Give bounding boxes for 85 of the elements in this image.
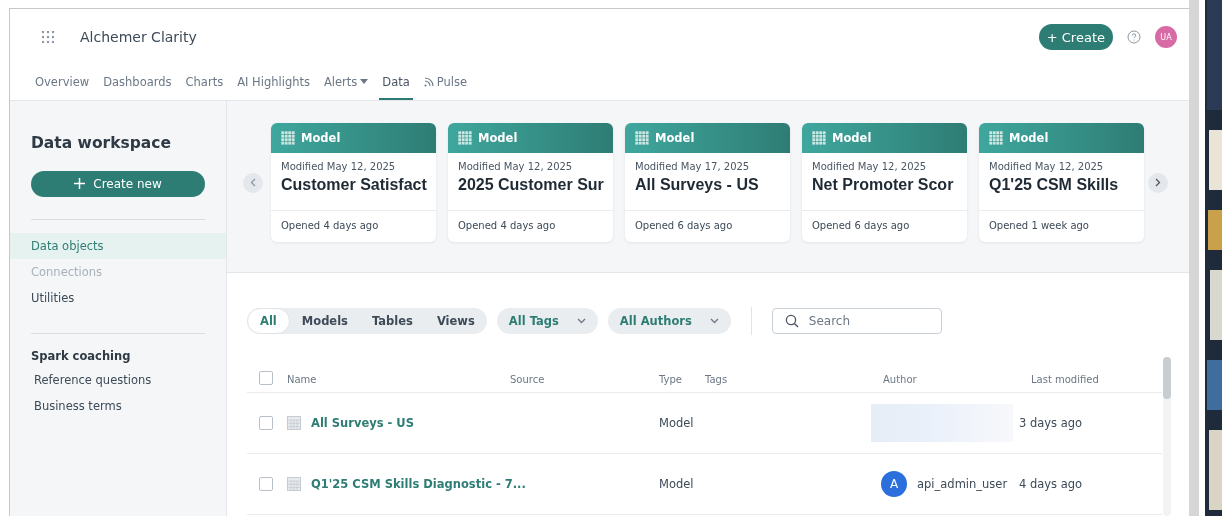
model-card[interactable]: Model Modified May 12, 2025 Customer Satisfact Opened 4 days ago (271, 123, 436, 242)
sidebar-item[interactable]: Utilities (10, 285, 226, 311)
search-field[interactable]: Search (771, 308, 942, 334)
filter-dropdown[interactable]: All Authors (607, 308, 731, 334)
chevron-left-icon (250, 178, 256, 187)
previous-button[interactable] (243, 172, 263, 193)
opened-time: Opened 4 days ago (280, 219, 380, 233)
model-card[interactable]: Model Modified May 12, 2025 Net Promoter Scor Opened 6 days ago (802, 123, 967, 242)
section-heading: Spark coaching (30, 348, 132, 365)
help-icon[interactable] (1127, 30, 1141, 44)
column-header[interactable]: Type (659, 374, 705, 385)
nav-tab[interactable]: Pulse (420, 65, 471, 100)
type-cell-text: Model (659, 477, 695, 491)
nav-tab[interactable]: Dashboards (100, 65, 175, 100)
object-name-link[interactable]: All Surveys - US (311, 416, 414, 430)
table-icon (287, 477, 301, 491)
card-type: Model (301, 131, 341, 145)
column-header[interactable]: Author (883, 374, 1031, 385)
last-modified-cell-text: 3 days ago (1019, 416, 1084, 430)
card-title: 2025 Customer Sur (458, 175, 604, 195)
nav-tab[interactable]: Overview (32, 65, 93, 100)
card-title: Customer Satisfact (281, 175, 427, 195)
select-all-checkbox[interactable] (259, 371, 273, 385)
filter-tab[interactable]: Models (289, 308, 360, 334)
card-type: Model (478, 131, 518, 145)
table-icon (812, 131, 826, 145)
card-title: Q1'25 CSM Skills (989, 175, 1119, 195)
modified-date: Modified May 12, 2025 (281, 161, 397, 172)
chevron-right-icon (1155, 178, 1161, 187)
opened-time: Opened 6 days ago (634, 219, 734, 233)
row-checkbox[interactable] (259, 416, 273, 430)
feed-icon (423, 76, 434, 87)
sidebar-item[interactable]: Reference questions (10, 367, 226, 393)
row-checkbox[interactable] (259, 477, 273, 491)
card-title: Net Promoter Scor (812, 175, 954, 195)
card-type: Model (655, 131, 695, 145)
chevron-down-icon (576, 318, 586, 324)
filter-tab[interactable]: Views (424, 308, 487, 334)
chevron-down-icon (709, 318, 719, 324)
create-new-button[interactable]: Create new (31, 171, 205, 197)
modified-date: Modified May 12, 2025 (812, 161, 928, 172)
table-icon (989, 131, 1003, 145)
app-title: Alchemer Clarity (80, 29, 197, 45)
next-button[interactable] (1148, 172, 1168, 193)
plus-icon (74, 178, 86, 189)
filter-tab[interactable]: All (247, 308, 290, 334)
app-grid-icon[interactable] (42, 31, 54, 43)
card-title: All Surveys - US (635, 175, 759, 195)
user-avatar[interactable]: UA (1155, 26, 1177, 48)
card-type: Model (1009, 131, 1049, 145)
column-header[interactable]: Name (287, 374, 510, 385)
model-card[interactable]: Model Modified May 17, 2025 All Surveys - US Opened 6 days ago (625, 123, 790, 242)
nav-tab[interactable]: Alerts (321, 65, 372, 100)
opened-time: Opened 6 days ago (811, 219, 911, 233)
last-modified-cell-text: 4 days ago (1019, 477, 1084, 491)
author-name: api_admin_user (917, 477, 1008, 491)
filter-dropdown[interactable]: All Tags (496, 308, 598, 334)
table-icon (281, 131, 295, 145)
model-card[interactable]: Model Modified May 12, 2025 Q1'25 CSM Skills Opened 1 week ago (979, 123, 1144, 242)
create-button[interactable]: + Create (1038, 24, 1113, 50)
table-icon (287, 416, 301, 430)
card-type: Model (832, 131, 872, 145)
modified-date: Modified May 12, 2025 (458, 161, 574, 172)
author-avatar: A (881, 471, 907, 497)
table-icon (635, 131, 649, 145)
filter-tab[interactable]: Tables (359, 308, 425, 334)
object-name-link[interactable]: Q1'25 CSM Skills Diagnostic - 7... (311, 477, 526, 491)
sidebar-title: Data workspace (30, 134, 172, 152)
model-card[interactable]: Model Modified May 12, 2025 2025 Customer Sur Opened 4 days ago (448, 123, 613, 242)
column-header[interactable]: Last modified (1031, 374, 1151, 385)
page-scrollbar[interactable] (1189, 0, 1199, 516)
column-header[interactable]: Source (510, 374, 659, 385)
table-icon (458, 131, 472, 145)
column-header[interactable]: Tags (705, 374, 883, 385)
opened-time: Opened 4 days ago (457, 219, 557, 233)
modified-date: Modified May 17, 2025 (635, 161, 751, 172)
scrollbar-thumb[interactable] (1163, 357, 1171, 399)
sidebar-item[interactable]: Business terms (10, 393, 226, 419)
caret-icon (360, 79, 369, 84)
opened-time: Opened 1 week ago (988, 219, 1090, 233)
nav-tab[interactable]: AI Highlights (234, 65, 313, 100)
sidebar-item[interactable]: Data objects (10, 233, 226, 259)
type-cell-text: Model (659, 416, 695, 430)
nav-tab[interactable]: Charts (182, 65, 227, 100)
modified-date: Modified May 12, 2025 (989, 161, 1105, 172)
